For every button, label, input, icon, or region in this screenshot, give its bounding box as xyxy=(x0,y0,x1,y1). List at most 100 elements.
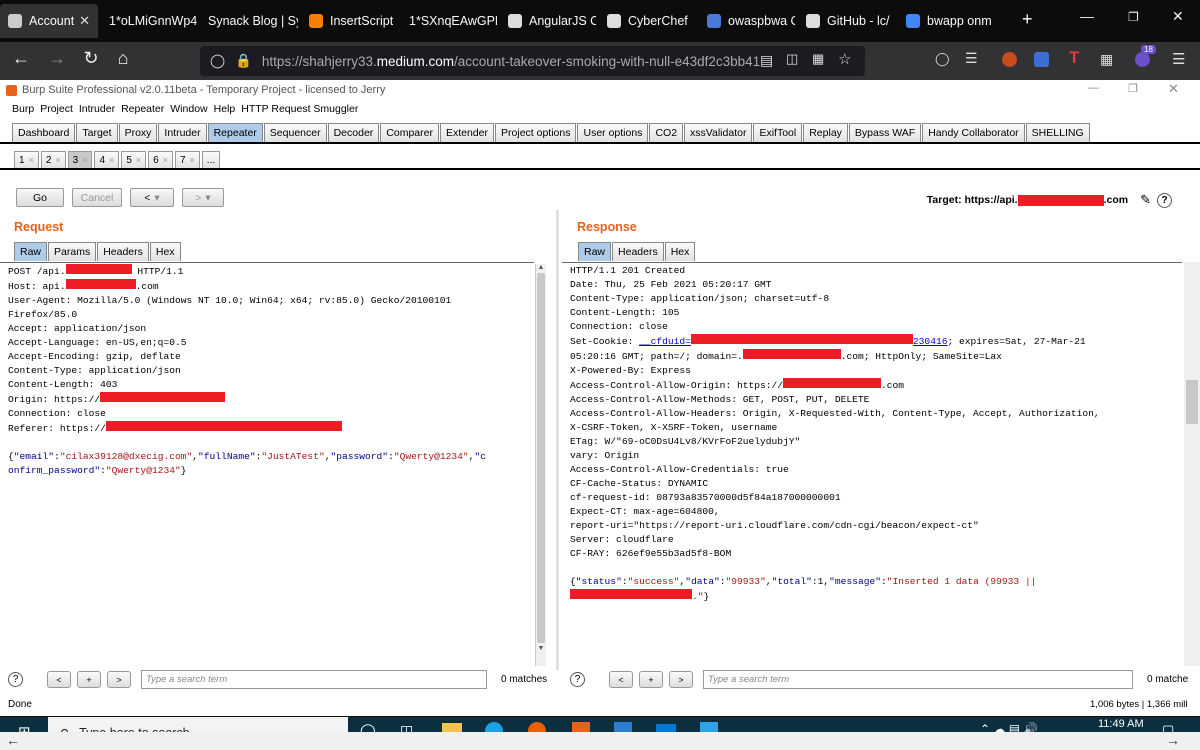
main-tab[interactable]: CO2 xyxy=(649,123,684,142)
pane-splitter[interactable] xyxy=(556,210,559,670)
search-input[interactable]: Type a search term xyxy=(703,670,1133,689)
request-view-tab[interactable]: Params xyxy=(48,242,97,261)
scroll-left-icon[interactable]: ← xyxy=(6,732,20,748)
bookmark-star-icon[interactable]: ☆ xyxy=(838,50,851,68)
response-view-tab[interactable]: Hex xyxy=(664,242,696,261)
edit-pencil-icon[interactable]: ✎ xyxy=(1140,192,1151,208)
main-tab[interactable]: Replay xyxy=(803,123,848,142)
browser-tab[interactable]: Account ✕ xyxy=(0,4,98,38)
reader-view-icon[interactable]: ▤ xyxy=(760,52,773,69)
close-tab-icon[interactable]: × xyxy=(190,155,195,165)
new-tab-button[interactable]: + xyxy=(1022,9,1033,30)
response-view-tab[interactable]: Raw xyxy=(578,242,612,261)
restore-icon[interactable]: ❐ xyxy=(1128,10,1139,24)
add-button[interactable]: + xyxy=(639,671,663,688)
browser-tab[interactable]: bwapp onm xyxy=(898,4,996,38)
translate-addon-icon[interactable] xyxy=(1034,52,1049,67)
minimize-icon[interactable]: — xyxy=(1080,8,1094,24)
grid-addon-icon[interactable]: ▦ xyxy=(1100,51,1113,68)
repeater-tab[interactable]: 7 × xyxy=(174,151,200,168)
prev-match-button[interactable]: < xyxy=(609,671,633,688)
translate-icon[interactable]: ◫ xyxy=(786,51,798,67)
request-scrollbar[interactable]: ▲ ▼ xyxy=(535,264,546,666)
addon-icon[interactable] xyxy=(1002,52,1017,67)
browser-tab[interactable]: 1*SXnqEAwGPN xyxy=(401,4,497,38)
pocket-icon[interactable]: ◯ xyxy=(935,51,950,67)
scroll-thumb[interactable] xyxy=(537,273,545,643)
back-arrow-icon[interactable]: ← xyxy=(8,48,34,69)
scroll-thumb[interactable] xyxy=(1186,380,1198,424)
browser-tab[interactable]: owaspbwa C xyxy=(699,4,795,38)
main-tab[interactable]: SHELLING xyxy=(1025,123,1090,142)
library-icon[interactable]: ☰ xyxy=(965,50,978,67)
menu-item[interactable]: Burp xyxy=(12,103,34,115)
scroll-right-icon[interactable]: → xyxy=(1166,732,1180,748)
burp-minimize-icon[interactable]: — xyxy=(1088,82,1099,94)
close-tab-icon[interactable]: × xyxy=(29,155,34,165)
main-tab[interactable]: Comparer xyxy=(380,123,439,142)
browser-tab[interactable]: InsertScript xyxy=(301,4,398,38)
home-icon[interactable]: ⌂ xyxy=(110,48,136,69)
repeater-tab[interactable]: 5 × xyxy=(121,151,147,168)
repeater-tab[interactable]: 4 × xyxy=(94,151,120,168)
main-tab[interactable]: User options xyxy=(577,123,649,142)
main-tab[interactable]: Decoder xyxy=(327,123,380,142)
add-button[interactable]: + xyxy=(77,671,101,688)
request-view-tab[interactable]: Headers xyxy=(97,242,149,261)
main-tab[interactable]: Target xyxy=(76,123,118,142)
back-history-button[interactable]: < ▾ xyxy=(130,188,174,207)
more-tabs-button[interactable]: ... xyxy=(201,151,221,168)
go-button[interactable]: Go xyxy=(16,188,64,207)
profile-addon-icon[interactable] xyxy=(1135,52,1150,67)
menu-icon[interactable]: ☰ xyxy=(1172,50,1185,68)
help-icon[interactable]: ? xyxy=(570,672,585,687)
browser-tab[interactable]: CyberChef xyxy=(599,4,696,38)
main-tab[interactable]: Repeater xyxy=(207,123,263,142)
response-editor[interactable]: HTTP/1.1 201 Created Date: Thu, 25 Feb 20… xyxy=(562,262,1182,666)
browser-tab[interactable]: GitHub - lc/ xyxy=(798,4,895,38)
close-window-icon[interactable]: ✕ xyxy=(1172,8,1184,25)
main-tab[interactable]: Intruder xyxy=(158,123,207,142)
t-addon-icon[interactable]: T xyxy=(1069,48,1079,68)
menu-item[interactable]: Help xyxy=(214,103,236,115)
next-match-button[interactable]: > xyxy=(669,671,693,688)
menu-item[interactable]: HTTP Request Smuggler xyxy=(241,103,358,115)
reload-icon[interactable]: ↻ xyxy=(78,48,104,69)
cancel-button[interactable]: Cancel xyxy=(72,188,122,207)
main-tab[interactable]: Dashboard xyxy=(12,123,76,142)
menu-item[interactable]: Repeater xyxy=(121,103,164,115)
next-match-button[interactable]: > xyxy=(107,671,131,688)
close-tab-icon[interactable]: × xyxy=(55,155,60,165)
horizontal-scrollbar[interactable]: ← → xyxy=(0,732,1200,750)
repeater-tab[interactable]: 2 × xyxy=(40,151,66,168)
prev-match-button[interactable]: < xyxy=(47,671,71,688)
main-tab[interactable]: Proxy xyxy=(118,123,158,142)
menu-item[interactable]: Intruder xyxy=(79,103,115,115)
request-view-tab[interactable]: Hex xyxy=(149,242,181,261)
help-icon[interactable]: ? xyxy=(8,672,23,687)
main-tab[interactable]: Bypass WAF xyxy=(848,123,922,142)
menu-item[interactable]: Project xyxy=(40,103,73,115)
burp-restore-icon[interactable]: ❐ xyxy=(1128,82,1138,95)
main-tab[interactable]: Sequencer xyxy=(263,123,327,142)
repeater-tab[interactable]: 6 × xyxy=(148,151,173,168)
response-view-tab[interactable]: Headers xyxy=(612,242,664,261)
help-icon[interactable]: ? xyxy=(1157,192,1172,208)
burp-close-icon[interactable]: ✕ xyxy=(1168,81,1179,97)
close-tab-icon[interactable]: ✕ xyxy=(79,13,90,29)
browser-tab[interactable]: 1*oLMiGnnWp4 xyxy=(101,4,197,38)
search-input[interactable]: Type a search term xyxy=(141,670,487,689)
request-editor[interactable]: POST /api. HTTP/1.1 Host: api. .com User-Ag… xyxy=(0,262,534,666)
extensions-grid-icon[interactable]: ▦ xyxy=(812,51,824,67)
main-tab[interactable]: xssValidator xyxy=(684,123,753,142)
browser-tab[interactable]: Synack Blog | Sy xyxy=(200,4,298,38)
close-tab-icon[interactable]: × xyxy=(82,155,87,165)
main-tab[interactable]: Extender xyxy=(439,123,495,142)
main-tab[interactable]: ExifTool xyxy=(753,123,803,142)
response-scrollbar[interactable] xyxy=(1184,262,1200,666)
forward-arrow-icon[interactable]: → xyxy=(44,48,70,69)
menu-item[interactable]: Window xyxy=(170,103,207,115)
forward-history-button[interactable]: > ▾ xyxy=(182,188,224,207)
close-tab-icon[interactable]: × xyxy=(136,155,141,165)
main-tab[interactable]: Handy Collaborator xyxy=(922,123,1025,142)
